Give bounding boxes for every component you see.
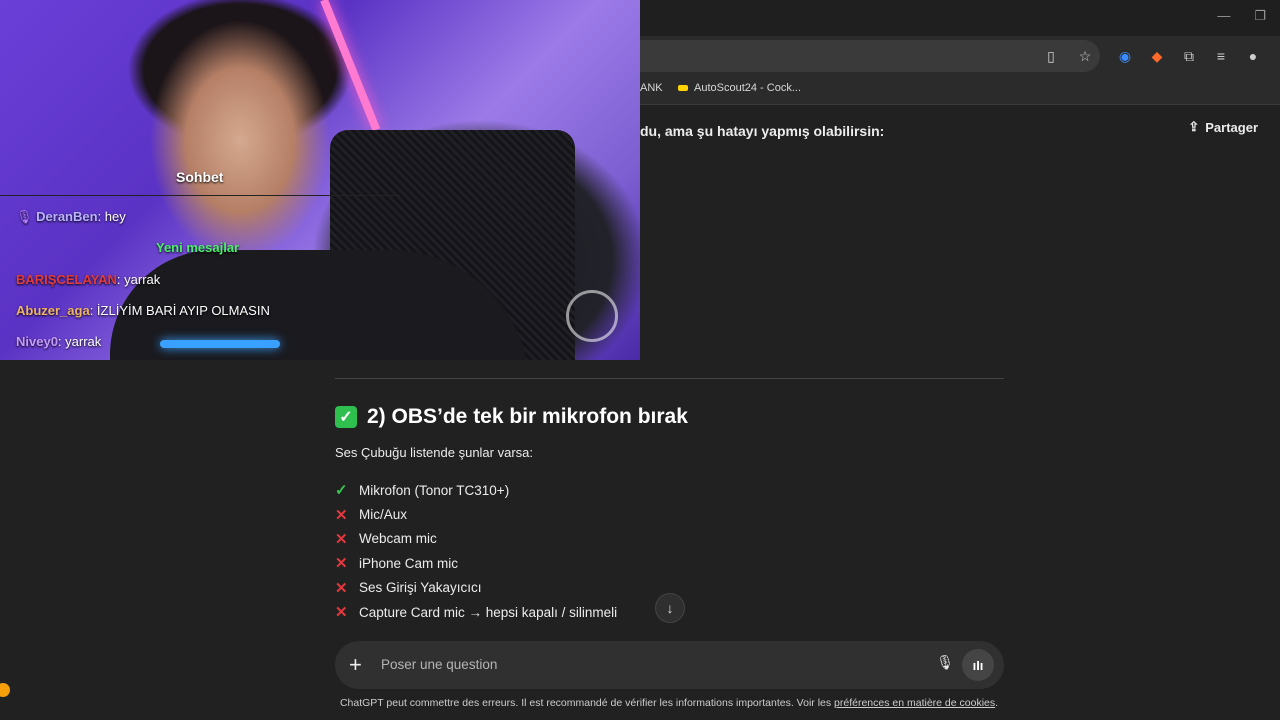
scroll-down-button[interactable]: ↓: [655, 593, 685, 623]
minimize-button[interactable]: —: [1217, 8, 1230, 24]
bookmark-label: ANK: [640, 82, 663, 94]
webcam-overlay: Sohbet 🎙 DeranBen: hey Yeni mesajlar BAR…: [0, 0, 640, 360]
list-item: ✕ iPhone Cam mic: [335, 551, 1004, 575]
stream-chat-divider: [0, 195, 400, 196]
list-item: ✓ Mikrofon (Tonor TC310+): [335, 478, 1004, 502]
cookie-preferences-link[interactable]: préférences en matière de cookies: [834, 697, 995, 709]
stream-chat-message: BARIŞCELAYAN: yarrak: [16, 272, 160, 287]
extension-icons: ◉ ◆ ⧉ ≡ ●: [1114, 45, 1264, 67]
section-heading-text: 2) OBS’de tek bir mikrofon bırak: [367, 405, 688, 428]
microphone-badge-icon: 🎙: [16, 209, 33, 224]
restore-button[interactable]: ❐: [1254, 8, 1266, 24]
window-controls: — ❐: [1217, 8, 1266, 24]
disclaimer-footer: ChatGPT peut commettre des erreurs. Il e…: [0, 697, 1280, 709]
extension-fox-icon[interactable]: ◆: [1146, 45, 1168, 67]
microphone-light: [160, 340, 280, 348]
stream-chat-message: Abuzer_aga: İZLİYİM BARİ AYIP OLMASIN: [16, 303, 270, 318]
chat-text: : yarrak: [116, 272, 161, 287]
chat-text: : İZLİYİM BARİ AYIP OLMASIN: [89, 303, 270, 318]
share-icon: ⇪: [1188, 119, 1200, 134]
cross-icon: ✕: [335, 555, 348, 573]
footer-text: ChatGPT peut commettre des erreurs. Il e…: [339, 697, 835, 709]
chat-username: DeranBen: [36, 209, 98, 224]
bookmark-item[interactable]: ANK: [640, 82, 663, 94]
list-item-label: Webcam mic: [359, 531, 437, 547]
list-item: ✕ Webcam mic: [335, 527, 1004, 551]
profile-avatar-icon[interactable]: ●: [1242, 45, 1264, 67]
extension-blue-icon[interactable]: ◉: [1114, 45, 1136, 67]
cross-icon: ✕: [335, 579, 348, 597]
page-info-icon[interactable]: ▯: [1040, 45, 1062, 67]
new-messages-label: Yeni mesajlar: [156, 240, 240, 255]
section-heading: ✓ 2) OBS’de tek bir mikrofon bırak: [335, 405, 1004, 429]
bookmark-label: AutoScout24 - Cock...: [694, 82, 801, 94]
list-item-label: Mic/Aux: [359, 507, 408, 523]
list-item-label: Mikrofon (Tonor TC310+): [359, 482, 510, 498]
composer[interactable]: + Poser une question 🎙 ıIı: [335, 641, 1004, 689]
share-label: Partager: [1205, 119, 1258, 135]
cross-icon: ✕: [335, 604, 348, 622]
voice-mode-button[interactable]: ıIı: [962, 649, 994, 681]
stream-chat-title: Sohbet: [176, 169, 224, 185]
chat-text: : hey: [97, 209, 126, 224]
cross-icon: ✕: [335, 530, 348, 548]
microphone-icon[interactable]: 🎙: [936, 654, 954, 671]
plus-icon[interactable]: +: [349, 652, 362, 678]
answer-section: ✓ 2) OBS’de tek bir mikrofon bırak Ses Ç…: [335, 405, 1004, 624]
section-subtext: Ses Çubuğu listende şunlar varsa:: [335, 445, 534, 460]
stream-chat-message: Nivey0: yarrak: [16, 334, 101, 349]
intro-text: du, ama şu hatayı yapmış olabilirsin:: [640, 123, 885, 139]
stream-chat-message: 🎙 DeranBen: hey: [16, 209, 126, 225]
chat-username: Abuzer_aga: [16, 303, 90, 318]
bookmark-star-icon[interactable]: ☆: [1074, 45, 1096, 67]
share-button[interactable]: ⇪ Partager: [1188, 119, 1258, 135]
bookmark-item-autoscout[interactable]: AutoScout24 - Cock...: [678, 82, 801, 94]
autoscout-icon: [678, 85, 688, 91]
chat-text: : yarrak: [57, 334, 102, 349]
neon-light-strip: [320, 0, 381, 132]
check-mark-emoji-icon: ✓: [335, 406, 357, 428]
composer-input[interactable]: Poser une question: [381, 657, 497, 672]
chat-username: BARIŞCELAYAN: [16, 272, 117, 287]
footer-end: .: [995, 697, 999, 709]
stream-logo-icon: [566, 290, 618, 342]
list-item-label: Ses Girişi Yakayıcıcı: [359, 580, 482, 596]
list-item: ✕ Mic/Aux: [335, 502, 1004, 526]
cross-icon: ✕: [335, 506, 348, 524]
list-item-label: Capture Card mic → hepsi kapalı / silinm…: [359, 604, 618, 620]
arrow-down-icon: ↓: [666, 600, 674, 616]
extensions-puzzle-icon[interactable]: ⧉: [1178, 45, 1200, 67]
chat-username: Nivey0: [16, 334, 58, 349]
check-icon: ✓: [335, 482, 348, 500]
list-item-label: iPhone Cam mic: [359, 555, 459, 571]
voice-waveform-icon: ıIı: [972, 657, 984, 673]
media-control-icon[interactable]: ≡: [1210, 45, 1232, 67]
orange-badge-icon[interactable]: [0, 683, 10, 697]
section-divider: [335, 378, 1004, 379]
address-icons: ▯ ☆: [1040, 45, 1096, 67]
